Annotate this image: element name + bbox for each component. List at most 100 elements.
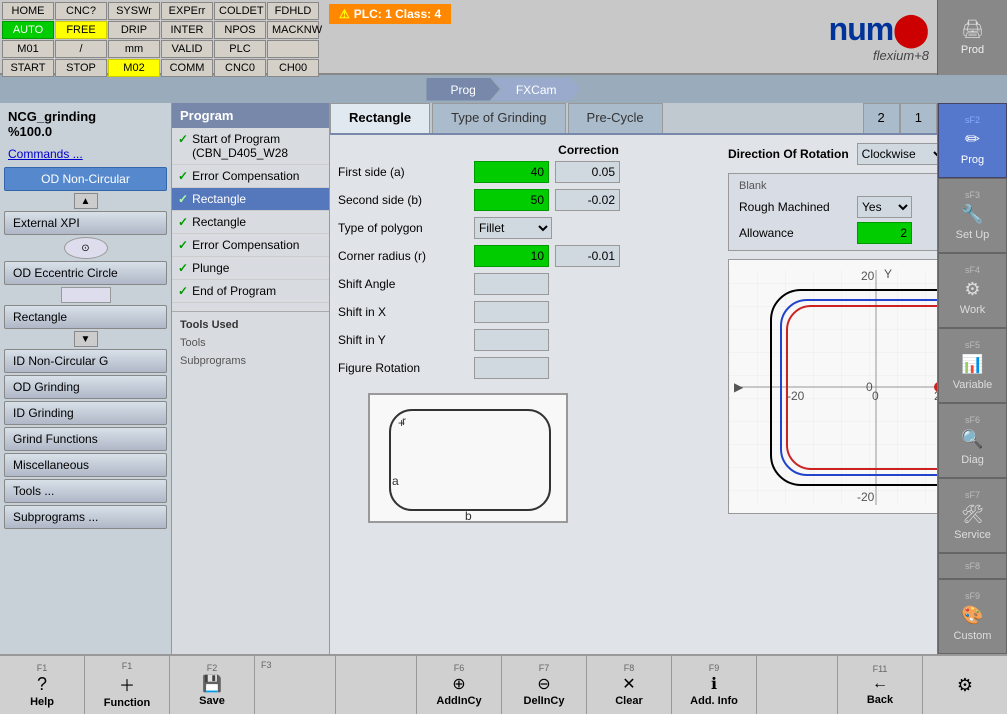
blank-group: Blank Rough Machined Yes No Allowance (728, 173, 937, 251)
figure-rotation-input[interactable] (474, 357, 549, 379)
tab-type-grinding[interactable]: Type of Grinding (432, 103, 565, 133)
btn-syswr[interactable]: SYSWr (108, 2, 160, 20)
btn-coldet[interactable]: COLDET (214, 2, 266, 20)
second-side-correction[interactable] (555, 189, 620, 211)
btn-subprograms[interactable]: Subprograms ... (4, 505, 167, 529)
btn-external-xpi[interactable]: External XPI (4, 211, 167, 235)
btn-addincy[interactable]: F6 ⊕ AddInCy (417, 656, 502, 714)
btn-valid[interactable]: VALID (161, 40, 213, 58)
btn-id-non-circular[interactable]: ID Non-Circular G (4, 349, 167, 373)
prog-rsb-icon: ✏ (965, 129, 980, 150)
btn-od-non-circular[interactable]: OD Non-Circular (4, 167, 167, 191)
rsb-btn-prog[interactable]: sF2 ✏ Prog (938, 103, 1007, 178)
commands-label[interactable]: Commands ... (4, 145, 167, 163)
btn-slash[interactable]: / (55, 40, 107, 58)
btn-settings[interactable]: ⚙ (923, 656, 1007, 714)
rsb-btn-custom[interactable]: sF9 🎨 Custom (938, 579, 1007, 654)
rsb-btn-diag[interactable]: sF6 🔍 Diag (938, 403, 1007, 478)
program-item-2[interactable]: ✓ Rectangle (172, 188, 329, 211)
setup-rsb-fn: sF3 (965, 190, 980, 200)
tab-rectangle[interactable]: Rectangle (330, 103, 430, 133)
btn-mm[interactable]: mm (108, 40, 160, 58)
btn-fdhld[interactable]: FDHLD (267, 2, 319, 20)
rsb-btn-variable[interactable]: sF5 📊 Variable (938, 328, 1007, 403)
btn-back[interactable]: F11 ← Back (838, 656, 923, 714)
first-side-label: First side (a) (338, 165, 468, 179)
figure-rotation-row: Figure Rotation (338, 357, 718, 379)
content-area: Rectangle Type of Grinding Pre-Cycle 2 1… (330, 103, 937, 654)
tab-number-1[interactable]: 1 (900, 103, 937, 133)
svg-text:-20: -20 (857, 490, 875, 504)
type-polygon-select[interactable]: Fillet Chamfer None (474, 217, 552, 239)
program-item-5[interactable]: ✓ Plunge (172, 257, 329, 280)
btn-comm[interactable]: COMM (161, 59, 213, 77)
first-side-input[interactable] (474, 161, 549, 183)
shift-x-input[interactable] (474, 301, 549, 323)
btn-plc[interactable]: PLC (214, 40, 266, 58)
circle-shape-btn[interactable]: ⊙ (64, 237, 108, 259)
shift-y-input[interactable] (474, 329, 549, 351)
btn-miscellaneous[interactable]: Miscellaneous (4, 453, 167, 477)
btn-rectangle[interactable]: Rectangle (4, 305, 167, 329)
custom-rsb-label: Custom (954, 630, 992, 642)
btn-npos[interactable]: NPOS (214, 21, 266, 39)
direction-select[interactable]: Clockwise Counter-CW (857, 143, 937, 165)
btn-experr[interactable]: EXPErr (161, 2, 213, 20)
btn-od-eccentric-circle[interactable]: OD Eccentric Circle (4, 261, 167, 285)
rsb-btn-prod[interactable]: 🖨 Prod (937, 0, 1007, 75)
btn-inter[interactable]: INTER (161, 21, 213, 39)
program-item-4[interactable]: ✓ Error Compensation (172, 234, 329, 257)
rsb-btn-service[interactable]: sF7 🛠 Service (938, 478, 1007, 553)
btn-home[interactable]: HOME (2, 2, 54, 20)
btn-stop[interactable]: STOP (55, 59, 107, 77)
btn-od-grinding[interactable]: OD Grinding (4, 375, 167, 399)
btn-empty1 (267, 40, 319, 58)
btn-macknw[interactable]: MACKNW (267, 21, 319, 39)
rsb-btn-work[interactable]: sF4 ⚙ Work (938, 253, 1007, 328)
allowance-input[interactable] (857, 222, 912, 244)
program-item-1[interactable]: ✓ Error Compensation (172, 165, 329, 188)
rect-shape-btn[interactable] (61, 287, 111, 303)
btn-m02[interactable]: M02 (108, 59, 160, 77)
breadcrumb-fxcam[interactable]: FXCam (492, 78, 581, 101)
rough-machined-select[interactable]: Yes No (857, 196, 912, 218)
breadcrumb-prog[interactable]: Prog (426, 78, 499, 101)
btn-function[interactable]: F1 ＋ Function (85, 656, 170, 714)
tab-number-2[interactable]: 2 (863, 103, 900, 133)
program-item-3[interactable]: ✓ Rectangle (172, 211, 329, 234)
first-side-correction[interactable] (555, 161, 620, 183)
btn-free[interactable]: FREE (55, 21, 107, 39)
btn-cnc0[interactable]: CNC0 (214, 59, 266, 77)
btn-grind-functions[interactable]: Grind Functions (4, 427, 167, 451)
rsb-btn-setup[interactable]: sF3 🔧 Set Up (938, 178, 1007, 253)
corner-radius-correction[interactable] (555, 245, 620, 267)
btn-delincy[interactable]: F7 ⊖ DelInCy (502, 656, 587, 714)
btn-cnc[interactable]: CNC? (55, 2, 107, 20)
variable-rsb-icon: 📊 (961, 354, 983, 375)
btn-start[interactable]: START (2, 59, 54, 77)
btn-drip[interactable]: DRIP (108, 21, 160, 39)
btn-ch00[interactable]: CH00 (267, 59, 319, 77)
nav-down-btn[interactable]: ▼ (74, 331, 98, 347)
nav-up-btn[interactable]: ▲ (74, 193, 98, 209)
btn-help[interactable]: F1 ? Help (0, 656, 85, 714)
custom-rsb-icon: 🎨 (961, 605, 983, 626)
tab-pre-cycle[interactable]: Pre-Cycle (568, 103, 663, 133)
btn-m01[interactable]: M01 (2, 40, 54, 58)
corner-radius-input[interactable] (474, 245, 549, 267)
btn-tools[interactable]: Tools ... (4, 479, 167, 503)
program-panel-title: Program (172, 103, 329, 128)
subprograms-label: Subprograms (172, 352, 329, 370)
btn-save[interactable]: F2 💾 Save (170, 656, 255, 714)
btn-clear[interactable]: F8 ✕ Clear (587, 656, 672, 714)
shift-x-row: Shift in X (338, 301, 718, 323)
rsb-btn-sf8[interactable]: sF8 (938, 553, 1007, 579)
btn-id-grinding[interactable]: ID Grinding (4, 401, 167, 425)
program-item-6[interactable]: ✓ End of Program (172, 280, 329, 303)
second-side-input[interactable] (474, 189, 549, 211)
btn-auto[interactable]: AUTO (2, 21, 54, 39)
shift-angle-input[interactable] (474, 273, 549, 295)
work-rsb-label: Work (960, 304, 985, 316)
btn-add-info[interactable]: F9 ℹ Add. Info (672, 656, 757, 714)
program-item-0[interactable]: ✓ Start of Program (CBN_D405_W28 (172, 128, 329, 165)
